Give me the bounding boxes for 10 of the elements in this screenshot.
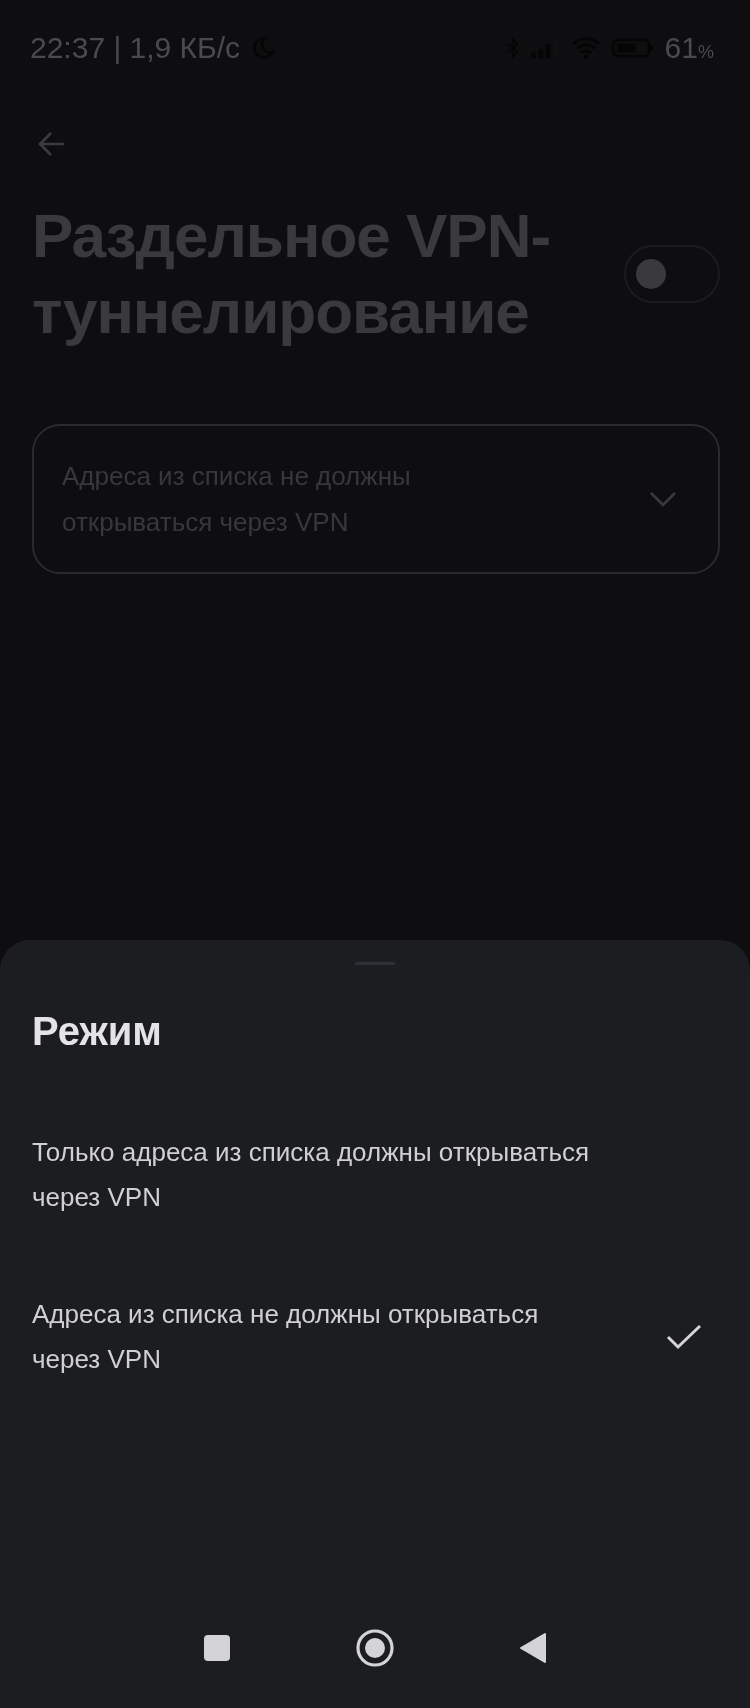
- mode-option[interactable]: Адреса из списка не должны открываться через VPN: [0, 1292, 750, 1382]
- recents-icon[interactable]: [203, 1634, 231, 1662]
- chevron-down-icon: [648, 489, 678, 509]
- home-icon[interactable]: [355, 1628, 395, 1668]
- percent-sign: %: [698, 42, 714, 63]
- back-nav-icon[interactable]: [519, 1632, 547, 1664]
- mode-option[interactable]: Только адреса из списка должны открываться через VPN: [0, 1130, 750, 1220]
- status-time: 22:37 | 1,9 КБ/с: [30, 31, 241, 65]
- sheet-title: Режим: [32, 1009, 163, 1054]
- battery-percent: 61: [664, 31, 698, 65]
